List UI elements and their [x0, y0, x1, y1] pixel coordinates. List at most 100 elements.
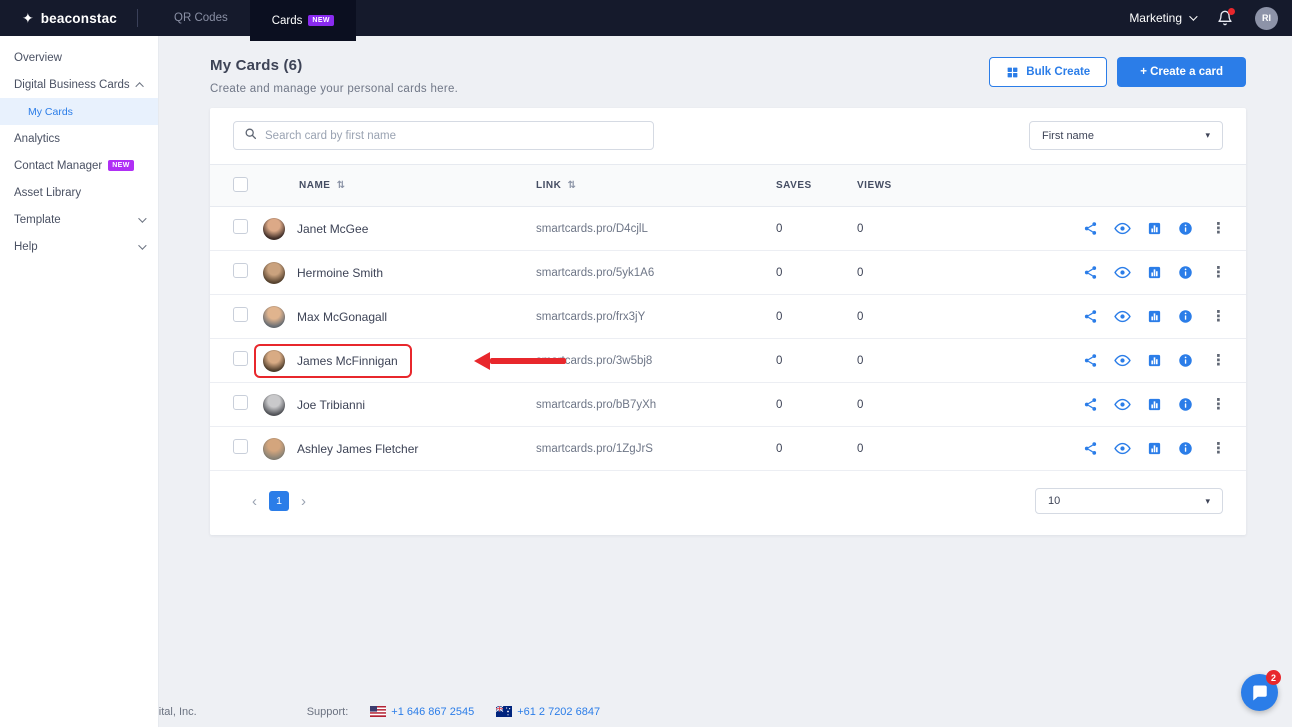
- card-saves: 0: [776, 267, 857, 279]
- avatar: [263, 262, 285, 284]
- kebab-menu-icon[interactable]: ⋮: [1209, 397, 1228, 412]
- chevron-down-icon: [1189, 12, 1197, 20]
- chat-unread-badge: 2: [1266, 670, 1281, 685]
- create-card-button[interactable]: + Create a card: [1117, 57, 1246, 87]
- name-box: Max McGonagall: [254, 300, 401, 334]
- analytics-icon[interactable]: [1147, 265, 1162, 280]
- share-icon[interactable]: [1083, 309, 1098, 324]
- name-box: Hermoine Smith: [254, 256, 397, 290]
- sidebar-item-label: Contact Manager: [14, 160, 102, 172]
- sidebar-item-label: Overview: [14, 52, 62, 64]
- sort-icon[interactable]: ⇅: [568, 180, 577, 191]
- card-link[interactable]: smartcards.pro/1ZgJrS: [536, 443, 776, 455]
- navbar-divider: [137, 9, 138, 27]
- info-icon[interactable]: [1178, 221, 1193, 236]
- card-name: Joe Tribianni: [297, 398, 365, 412]
- share-icon[interactable]: [1083, 441, 1098, 456]
- preview-eye-icon[interactable]: [1114, 220, 1131, 237]
- select-all-checkbox[interactable]: [233, 177, 248, 192]
- user-avatar[interactable]: RI: [1255, 7, 1278, 30]
- row-checkbox[interactable]: [233, 351, 248, 366]
- share-icon[interactable]: [1083, 221, 1098, 236]
- table-row: Joe Tribianni smartcards.pro/bB7yXh 0 0 …: [210, 383, 1246, 427]
- sidebar-item-asset-library[interactable]: Asset Library: [0, 179, 158, 206]
- row-checkbox[interactable]: [233, 263, 248, 278]
- card-link[interactable]: smartcards.pro/frx3jY: [536, 311, 776, 323]
- pagination-page-1[interactable]: 1: [269, 491, 289, 511]
- main-content: My Cards (6) Create and manage your pers…: [159, 36, 1292, 727]
- preview-eye-icon[interactable]: [1114, 396, 1131, 413]
- page-title: My Cards (6): [210, 57, 458, 74]
- search-box: [233, 121, 654, 150]
- card-link[interactable]: smartcards.pro/bB7yXh: [536, 399, 776, 411]
- sidebar-item-digital-business-cards[interactable]: Digital Business Cards: [0, 71, 158, 98]
- brand[interactable]: ✦ beaconstac: [0, 11, 137, 26]
- analytics-icon[interactable]: [1147, 221, 1162, 236]
- pagination: ‹ 1 › 10 ▾: [210, 471, 1246, 535]
- info-icon[interactable]: [1178, 397, 1193, 412]
- row-checkbox[interactable]: [233, 219, 248, 234]
- bulk-create-grid-icon: [1006, 66, 1019, 79]
- sidebar-item-help[interactable]: Help: [0, 233, 158, 260]
- card-name: Max McGonagall: [297, 310, 387, 324]
- name-box: Joe Tribianni: [254, 388, 379, 422]
- sidebar-item-overview[interactable]: Overview: [0, 44, 158, 71]
- kebab-menu-icon[interactable]: ⋮: [1209, 221, 1228, 236]
- preview-eye-icon[interactable]: [1114, 440, 1131, 457]
- row-checkbox[interactable]: [233, 395, 248, 410]
- sidebar-item-analytics[interactable]: Analytics: [0, 125, 158, 152]
- sidebar-item-my-cards[interactable]: My Cards: [0, 98, 158, 125]
- info-icon[interactable]: [1178, 353, 1193, 368]
- analytics-icon[interactable]: [1147, 397, 1162, 412]
- column-header-saves: SAVES: [776, 180, 857, 191]
- page-size-dropdown[interactable]: 10 ▾: [1035, 488, 1223, 514]
- kebab-menu-icon[interactable]: ⋮: [1209, 441, 1228, 456]
- analytics-icon[interactable]: [1147, 353, 1162, 368]
- card-name: James McFinnigan: [297, 354, 398, 368]
- kebab-menu-icon[interactable]: ⋮: [1209, 265, 1228, 280]
- avatar: [263, 350, 285, 372]
- create-card-label: + Create a card: [1140, 66, 1223, 78]
- pagination-prev-icon[interactable]: ‹: [243, 493, 266, 510]
- chat-launcher-icon[interactable]: 2: [1241, 674, 1278, 711]
- preview-eye-icon[interactable]: [1114, 352, 1131, 369]
- info-icon[interactable]: [1178, 265, 1193, 280]
- account-label: Marketing: [1129, 11, 1182, 25]
- support-phone-au[interactable]: +61 2 7202 6847: [517, 706, 600, 718]
- brand-name: beaconstac: [41, 11, 117, 26]
- card-link[interactable]: smartcards.pro/3w5bj8: [536, 355, 776, 367]
- share-icon[interactable]: [1083, 265, 1098, 280]
- sort-icon[interactable]: ⇅: [337, 180, 346, 191]
- pagination-next-icon[interactable]: ›: [292, 493, 315, 510]
- sidebar-item-contact-manager[interactable]: Contact Manager NEW: [0, 152, 158, 179]
- preview-eye-icon[interactable]: [1114, 264, 1131, 281]
- row-checkbox[interactable]: [233, 439, 248, 454]
- sidebar-item-template[interactable]: Template: [0, 206, 158, 233]
- tab-cards[interactable]: Cards NEW: [250, 0, 356, 41]
- kebab-menu-icon[interactable]: ⋮: [1209, 309, 1228, 324]
- analytics-icon[interactable]: [1147, 309, 1162, 324]
- notifications-bell-icon[interactable]: [1217, 10, 1233, 26]
- card-link[interactable]: smartcards.pro/D4cjlL: [536, 223, 776, 235]
- sidebar-item-label: Help: [14, 241, 38, 253]
- table-row: James McFinnigan smartcards.pro/3w5bj8 0…: [210, 339, 1246, 383]
- support-phone-us[interactable]: +1 646 867 2545: [391, 706, 474, 718]
- search-input[interactable]: [265, 130, 643, 142]
- info-icon[interactable]: [1178, 309, 1193, 324]
- sidebar-item-label: Analytics: [14, 133, 60, 145]
- name-cell: Max McGonagall: [263, 300, 536, 334]
- tab-qr-codes[interactable]: QR Codes: [152, 0, 250, 36]
- sidebar-item-label: Digital Business Cards: [14, 79, 130, 91]
- filter-dropdown[interactable]: First name ▾: [1029, 121, 1223, 150]
- name-cell: Hermoine Smith: [263, 256, 536, 290]
- share-icon[interactable]: [1083, 353, 1098, 368]
- account-menu[interactable]: Marketing: [1129, 11, 1195, 25]
- analytics-icon[interactable]: [1147, 441, 1162, 456]
- preview-eye-icon[interactable]: [1114, 308, 1131, 325]
- info-icon[interactable]: [1178, 441, 1193, 456]
- row-checkbox[interactable]: [233, 307, 248, 322]
- bulk-create-button[interactable]: Bulk Create: [989, 57, 1107, 87]
- kebab-menu-icon[interactable]: ⋮: [1209, 353, 1228, 368]
- card-link[interactable]: smartcards.pro/5yk1A6: [536, 267, 776, 279]
- share-icon[interactable]: [1083, 397, 1098, 412]
